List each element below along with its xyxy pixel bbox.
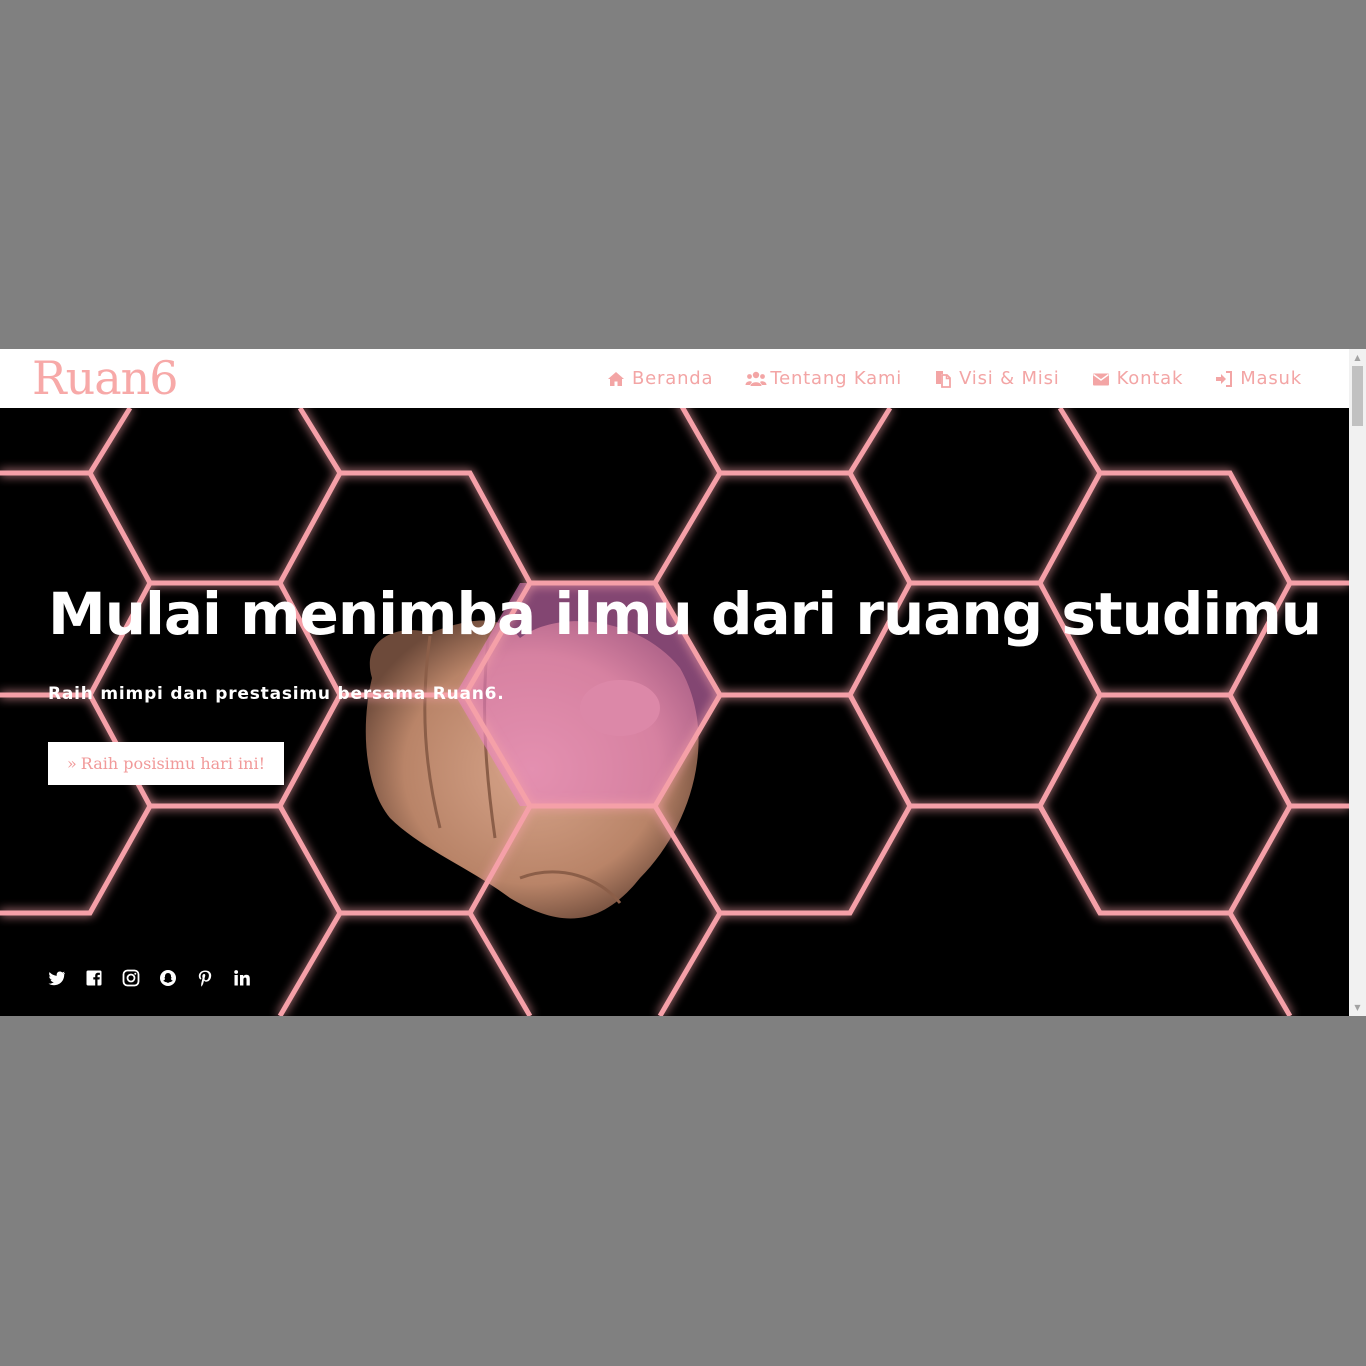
hero-background-image	[0, 408, 1349, 1016]
nav-item-visi-misi[interactable]: Visi & Misi	[934, 368, 1060, 389]
nav-item-beranda[interactable]: Beranda	[607, 368, 713, 389]
nav-label: Masuk	[1240, 368, 1302, 389]
brand-logo[interactable]: Ruan6	[32, 349, 192, 408]
navbar: Ruan6 Beranda Tentang Kami Visi & Misi K…	[0, 349, 1349, 408]
main-nav: Beranda Tentang Kami Visi & Misi Kontak	[607, 349, 1302, 408]
hero-subline: Raih mimpi dan prestasimu bersama Ruan6.	[48, 684, 505, 704]
scroll-down-arrow-icon[interactable]: ▼	[1349, 999, 1366, 1016]
users-icon	[745, 370, 767, 388]
social-links	[48, 969, 251, 987]
vertical-scrollbar[interactable]: ▲ ▼	[1349, 349, 1366, 1016]
double-chevron-right-icon: »	[66, 754, 77, 773]
nav-item-tentang-kami[interactable]: Tentang Kami	[745, 368, 902, 389]
cta-button[interactable]: » Raih posisimu hari ini!	[48, 742, 284, 785]
nav-item-masuk[interactable]: Masuk	[1215, 368, 1302, 389]
browser-viewport: Ruan6 Beranda Tentang Kami Visi & Misi K…	[0, 349, 1366, 1016]
facebook-icon[interactable]	[85, 969, 103, 987]
pinterest-icon[interactable]	[196, 969, 214, 987]
linkedin-icon[interactable]	[233, 969, 251, 987]
scroll-up-arrow-icon[interactable]: ▲	[1349, 349, 1366, 366]
nav-label: Visi & Misi	[959, 368, 1060, 389]
scrollbar-thumb[interactable]	[1352, 366, 1363, 426]
snapchat-icon[interactable]	[159, 969, 177, 987]
sign-in-icon	[1215, 370, 1233, 388]
twitter-icon[interactable]	[48, 969, 66, 987]
nav-label: Beranda	[632, 368, 714, 389]
nav-item-kontak[interactable]: Kontak	[1092, 368, 1184, 389]
nav-label: Kontak	[1116, 368, 1184, 389]
files-icon	[934, 370, 952, 388]
envelope-icon	[1092, 370, 1110, 388]
cta-label: Raih posisimu hari ini!	[80, 754, 265, 773]
hero-section: Mulai menimba ilmu dari ruang studimu Ra…	[0, 408, 1349, 1016]
home-icon	[607, 370, 625, 388]
nav-label: Tentang Kami	[770, 368, 903, 389]
hero-headline: Mulai menimba ilmu dari ruang studimu	[48, 580, 1322, 648]
instagram-icon[interactable]	[122, 969, 140, 987]
logo-text: Ruan6	[32, 351, 179, 405]
